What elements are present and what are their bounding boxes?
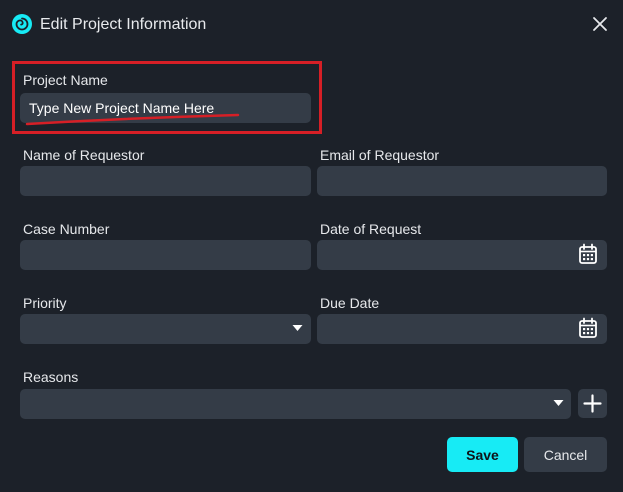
reasons-label: Reasons — [23, 369, 79, 385]
requestor-email-input[interactable] — [317, 166, 607, 196]
due-date-input[interactable] — [317, 314, 607, 344]
priority-select[interactable] — [20, 314, 311, 344]
requestor-name-label: Name of Requestor — [23, 147, 145, 163]
due-date-label: Due Date — [320, 295, 380, 311]
reasons-select[interactable] — [20, 389, 571, 419]
requestor-email-label: Email of Requestor — [320, 147, 440, 163]
swirl-logo-icon — [12, 14, 32, 34]
request-date-input[interactable] — [317, 240, 607, 270]
close-icon[interactable] — [590, 14, 610, 34]
project-name-input[interactable] — [20, 93, 311, 123]
project-name-label: Project Name — [23, 72, 108, 88]
edit-project-dialog: Edit Project Information Project Name Na… — [0, 0, 623, 492]
cancel-button[interactable]: Cancel — [524, 437, 607, 472]
requestor-name-input[interactable] — [20, 166, 311, 196]
dialog-title: Edit Project Information — [40, 16, 207, 33]
calendar-icon[interactable] — [578, 317, 598, 339]
case-number-label: Case Number — [23, 221, 110, 237]
dialog-titlebar: Edit Project Information — [0, 0, 623, 50]
calendar-icon[interactable] — [578, 243, 598, 265]
plus-icon — [583, 394, 602, 413]
caret-down-icon[interactable] — [292, 324, 303, 332]
add-reason-button[interactable] — [578, 389, 607, 418]
caret-down-icon[interactable] — [553, 399, 564, 407]
case-number-input[interactable] — [20, 240, 311, 270]
request-date-label: Date of Request — [320, 221, 422, 237]
save-button[interactable]: Save — [447, 437, 518, 472]
priority-label: Priority — [23, 295, 67, 311]
